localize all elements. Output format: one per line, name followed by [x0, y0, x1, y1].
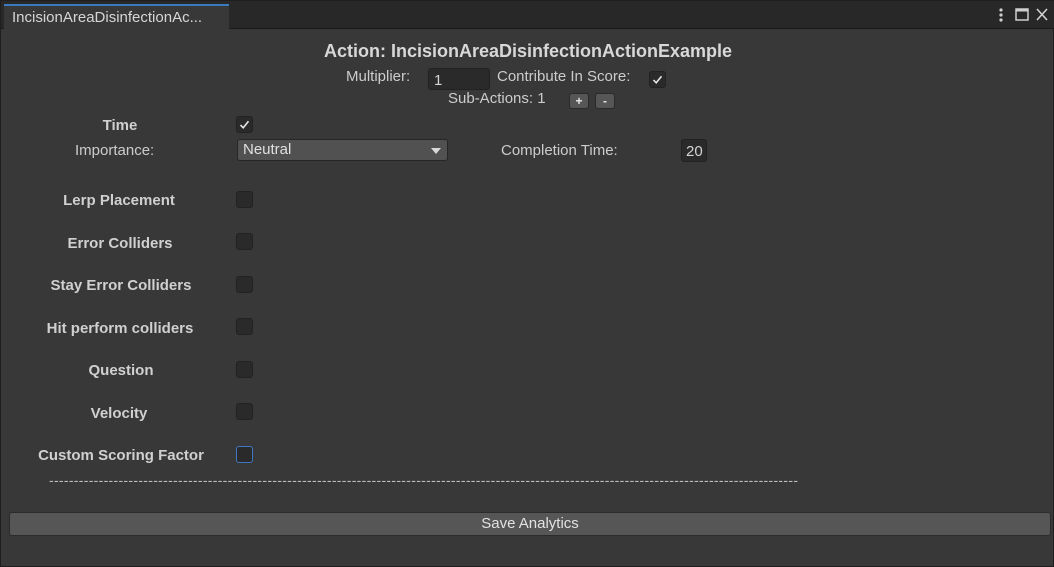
add-sub-action-button[interactable]: + [569, 93, 589, 109]
contribute-in-score-checkbox[interactable] [649, 71, 666, 88]
window-tab-bar: IncisionAreaDisinfectionAc... [1, 1, 1054, 30]
kebab-menu-icon[interactable] [995, 5, 1007, 25]
velocity-label: Velocity [90, 405, 148, 422]
time-checkbox[interactable] [236, 116, 253, 133]
time-label: Time [102, 117, 138, 134]
stay-error-colliders-label: Stay Error Colliders [50, 277, 192, 294]
save-analytics-button[interactable]: Save Analytics [9, 512, 1051, 536]
hit-perform-colliders-label: Hit perform colliders [46, 320, 194, 337]
velocity-checkbox[interactable] [236, 403, 253, 420]
maximize-icon[interactable] [1014, 5, 1030, 25]
error-colliders-checkbox[interactable] [236, 233, 253, 250]
dropdown-arrow-icon [431, 148, 441, 154]
error-colliders-label: Error Colliders [67, 235, 173, 252]
importance-label: Importance: [75, 142, 155, 159]
lerp-placement-checkbox[interactable] [236, 191, 253, 208]
checkmark-icon [652, 75, 663, 85]
question-label: Question [88, 362, 154, 379]
completion-time-label: Completion Time: [501, 142, 618, 159]
contribute-in-score-label: Contribute In Score: [497, 68, 631, 85]
importance-dropdown[interactable]: Neutral [237, 139, 448, 161]
remove-sub-action-button[interactable]: - [595, 93, 615, 109]
section-divider: ----------------------------------------… [49, 472, 799, 488]
close-icon[interactable] [1034, 5, 1050, 25]
importance-value: Neutral [243, 141, 292, 158]
custom-scoring-factor-checkbox[interactable] [236, 446, 253, 463]
multiplier-field[interactable]: 1 [428, 68, 490, 90]
custom-scoring-factor-label: Custom Scoring Factor [38, 447, 204, 464]
completion-time-field[interactable]: 20 [681, 139, 707, 162]
multiplier-label: Multiplier: [346, 68, 411, 85]
sub-actions-label: Sub-Actions: 1 [448, 90, 546, 107]
checkmark-icon [239, 120, 250, 130]
hit-perform-colliders-checkbox[interactable] [236, 318, 253, 335]
action-title: Action: IncisionAreaDisinfectionActionEx… [323, 41, 733, 61]
editor-window: IncisionAreaDisinfectionAc... Action: In… [0, 0, 1054, 567]
stay-error-colliders-checkbox[interactable] [236, 276, 253, 293]
question-checkbox[interactable] [236, 361, 253, 378]
window-tab[interactable]: IncisionAreaDisinfectionAc... [4, 4, 229, 30]
lerp-placement-label: Lerp Placement [63, 192, 175, 209]
